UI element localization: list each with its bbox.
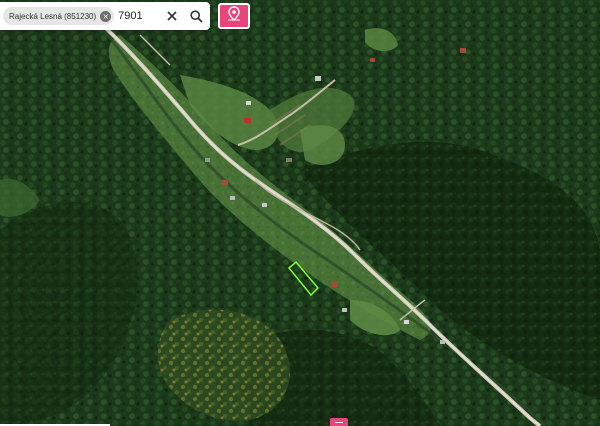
search-input[interactable]: 7901	[118, 10, 162, 22]
chip-close-icon[interactable]: ×	[100, 10, 112, 22]
building	[460, 48, 466, 53]
map-pin-icon	[226, 5, 242, 27]
building	[315, 76, 321, 81]
location-pin-button[interactable]	[218, 3, 250, 29]
building	[230, 196, 235, 200]
valley-meadow	[300, 125, 345, 165]
building	[205, 158, 210, 162]
building	[246, 101, 251, 105]
building	[222, 180, 228, 185]
building	[286, 158, 292, 162]
building	[404, 320, 409, 324]
cadastral-area-label: Rajecká Lesná (851230)	[9, 11, 97, 21]
search-bar[interactable]: Rajecká Lesná (851230) × 7901	[0, 2, 210, 30]
search-icon[interactable]	[186, 6, 206, 26]
cadastral-area-chip[interactable]: Rajecká Lesná (851230) ×	[3, 7, 115, 25]
satellite-map[interactable]	[0, 0, 600, 426]
building	[370, 58, 375, 62]
bottom-panel-handle[interactable]	[330, 418, 348, 426]
close-icon[interactable]	[162, 6, 182, 26]
building	[342, 308, 347, 312]
building	[440, 340, 445, 344]
building	[332, 282, 338, 287]
building	[244, 118, 251, 123]
building	[262, 203, 267, 207]
map-viewport[interactable]: Rajecká Lesná (851230) × 7901	[0, 0, 600, 426]
